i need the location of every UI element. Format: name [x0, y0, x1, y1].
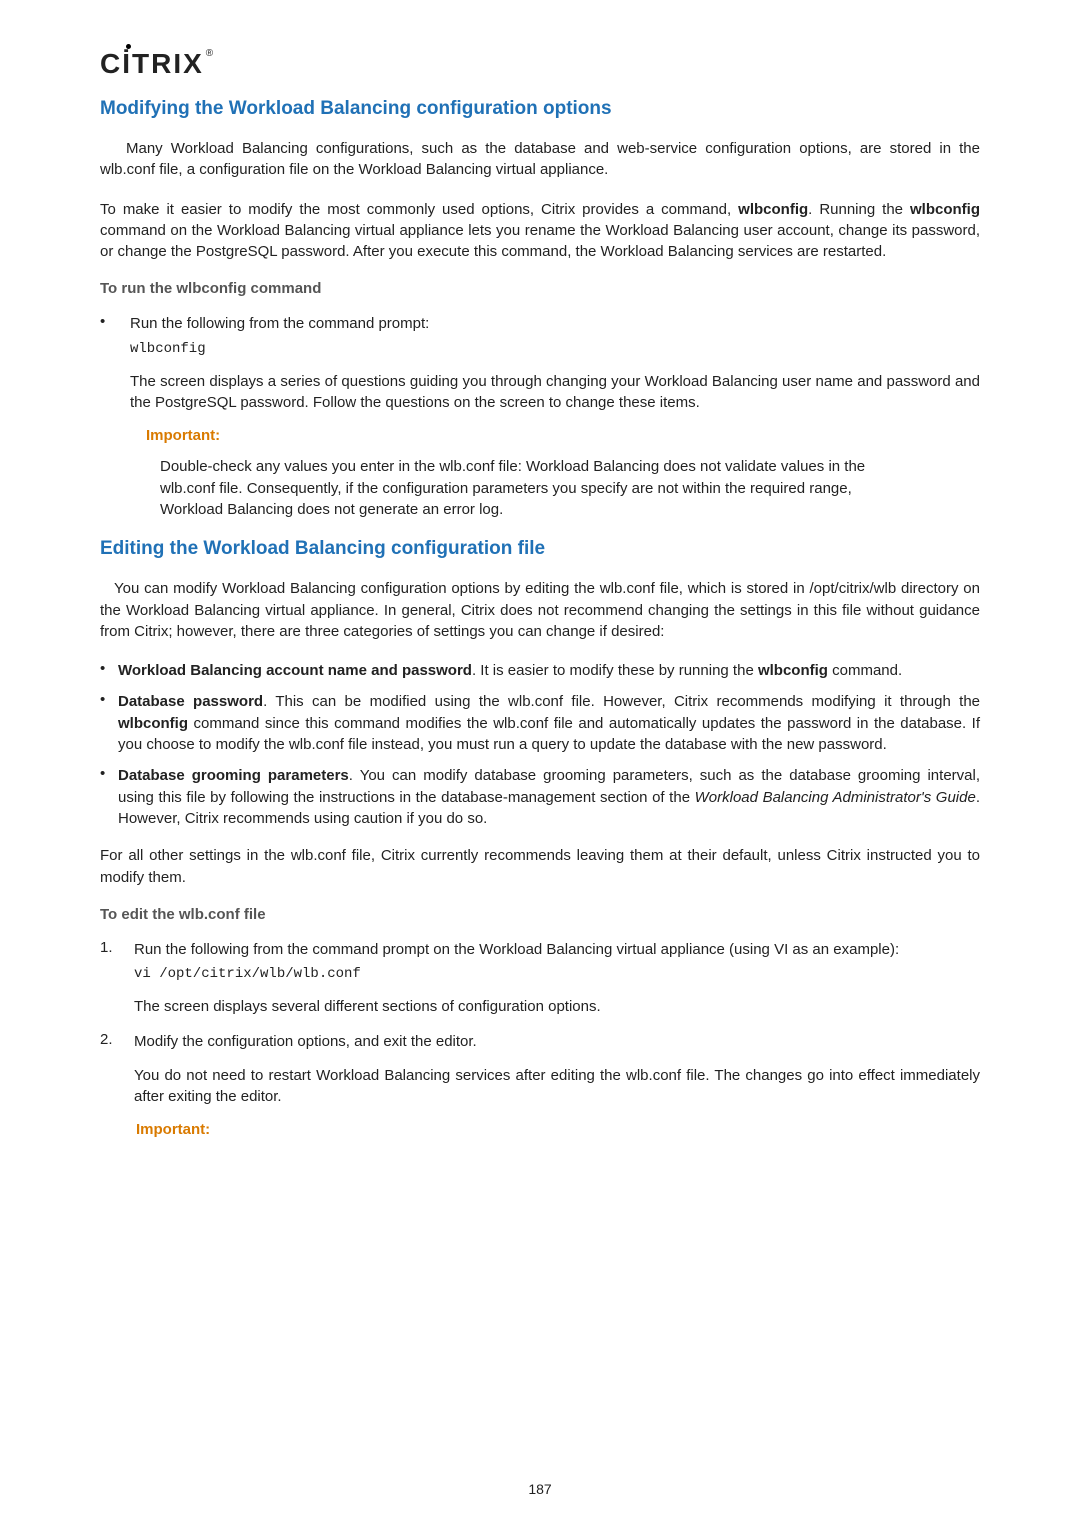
s1-p1: Many Workload Balancing configurations, …: [100, 138, 980, 181]
txt: . It is easier to modify these by runnin…: [472, 662, 758, 679]
bold-term: Database grooming parameters: [118, 767, 349, 784]
list-item: • Database grooming parameters. You can …: [100, 765, 980, 829]
list-item-text: Database grooming parameters. You can mo…: [118, 765, 980, 829]
code-wlbconfig: wlbconfig: [130, 341, 980, 357]
document-page: CİTRIX® Modifying the Workload Balancing…: [0, 0, 1080, 1527]
txt: command since this command modifies the …: [118, 715, 980, 753]
list-item-text: Workload Balancing account name and pass…: [118, 660, 980, 681]
logo-dot-icon: [126, 44, 131, 49]
txt: command on the Workload Balancing virtua…: [100, 222, 980, 260]
list-item: • Database password. This can be modifie…: [100, 691, 980, 755]
bullet-marker-icon: •: [100, 765, 118, 829]
bullet-marker-icon: •: [100, 313, 130, 334]
code-vi-wlbconf: vi /opt/citrix/wlb/wlb.conf: [134, 966, 980, 982]
list-item-text: Database password. This can be modified …: [118, 691, 980, 755]
indent-block: You do not need to restart Workload Bala…: [134, 1065, 980, 1108]
bullet-item: • Run the following from the command pro…: [100, 313, 980, 334]
numbered-text: Run the following from the command promp…: [134, 939, 980, 960]
important-text: Double-check any values you enter in the…: [160, 456, 900, 520]
page-number: 187: [0, 1481, 1080, 1497]
txt: . This can be modified using the wlb.con…: [263, 693, 980, 710]
s2-p1: You can modify Workload Balancing config…: [100, 578, 980, 642]
s1-p2: To make it easier to modify the most com…: [100, 199, 980, 263]
s1-after-code: The screen displays a series of question…: [130, 371, 980, 414]
indent-block: The screen displays a series of question…: [130, 371, 980, 414]
txt: . Running the: [808, 201, 910, 218]
sub-heading-edit-wlbconf: To edit the wlb.conf file: [100, 906, 980, 923]
indent-block: The screen displays several different se…: [134, 996, 980, 1017]
cmd-name: wlbconfig: [910, 201, 980, 218]
n2-after: You do not need to restart Workload Bala…: [134, 1065, 980, 1108]
txt: To make it easier to modify the most com…: [100, 201, 738, 218]
s2-p2: For all other settings in the wlb.conf f…: [100, 845, 980, 888]
number-marker: 1.: [100, 939, 134, 960]
numbered-item: 2. Modify the configuration options, and…: [100, 1031, 980, 1052]
section-heading-editing: Editing the Workload Balancing configura…: [100, 538, 980, 560]
bullet-marker-icon: •: [100, 660, 118, 681]
sub-heading-run-wlbconfig: To run the wlbconfig command: [100, 280, 980, 297]
n1-after: The screen displays several different se…: [134, 996, 980, 1017]
logo-text: CİTRIX: [100, 48, 204, 79]
citrix-logo: CİTRIX®: [100, 48, 980, 80]
bullet-text: Run the following from the command promp…: [130, 313, 980, 334]
settings-list: • Workload Balancing account name and pa…: [100, 660, 980, 829]
important-label: Important:: [146, 427, 980, 444]
txt: command.: [828, 662, 902, 679]
italic-title: Workload Balancing Administrator's Guide: [695, 789, 976, 806]
numbered-text: Modify the configuration options, and ex…: [134, 1031, 980, 1052]
cmd-name: wlbconfig: [758, 662, 828, 679]
cmd-name: wlbconfig: [118, 715, 188, 732]
logo-reg: ®: [206, 48, 213, 59]
section-heading-modifying: Modifying the Workload Balancing configu…: [100, 98, 980, 120]
number-marker: 2.: [100, 1031, 134, 1052]
bullet-marker-icon: •: [100, 691, 118, 755]
list-item: • Workload Balancing account name and pa…: [100, 660, 980, 681]
numbered-item: 1. Run the following from the command pr…: [100, 939, 980, 960]
bold-term: Database password: [118, 693, 263, 710]
cmd-name: wlbconfig: [738, 201, 808, 218]
important-label: Important:: [136, 1121, 980, 1138]
bold-term: Workload Balancing account name and pass…: [118, 662, 472, 679]
